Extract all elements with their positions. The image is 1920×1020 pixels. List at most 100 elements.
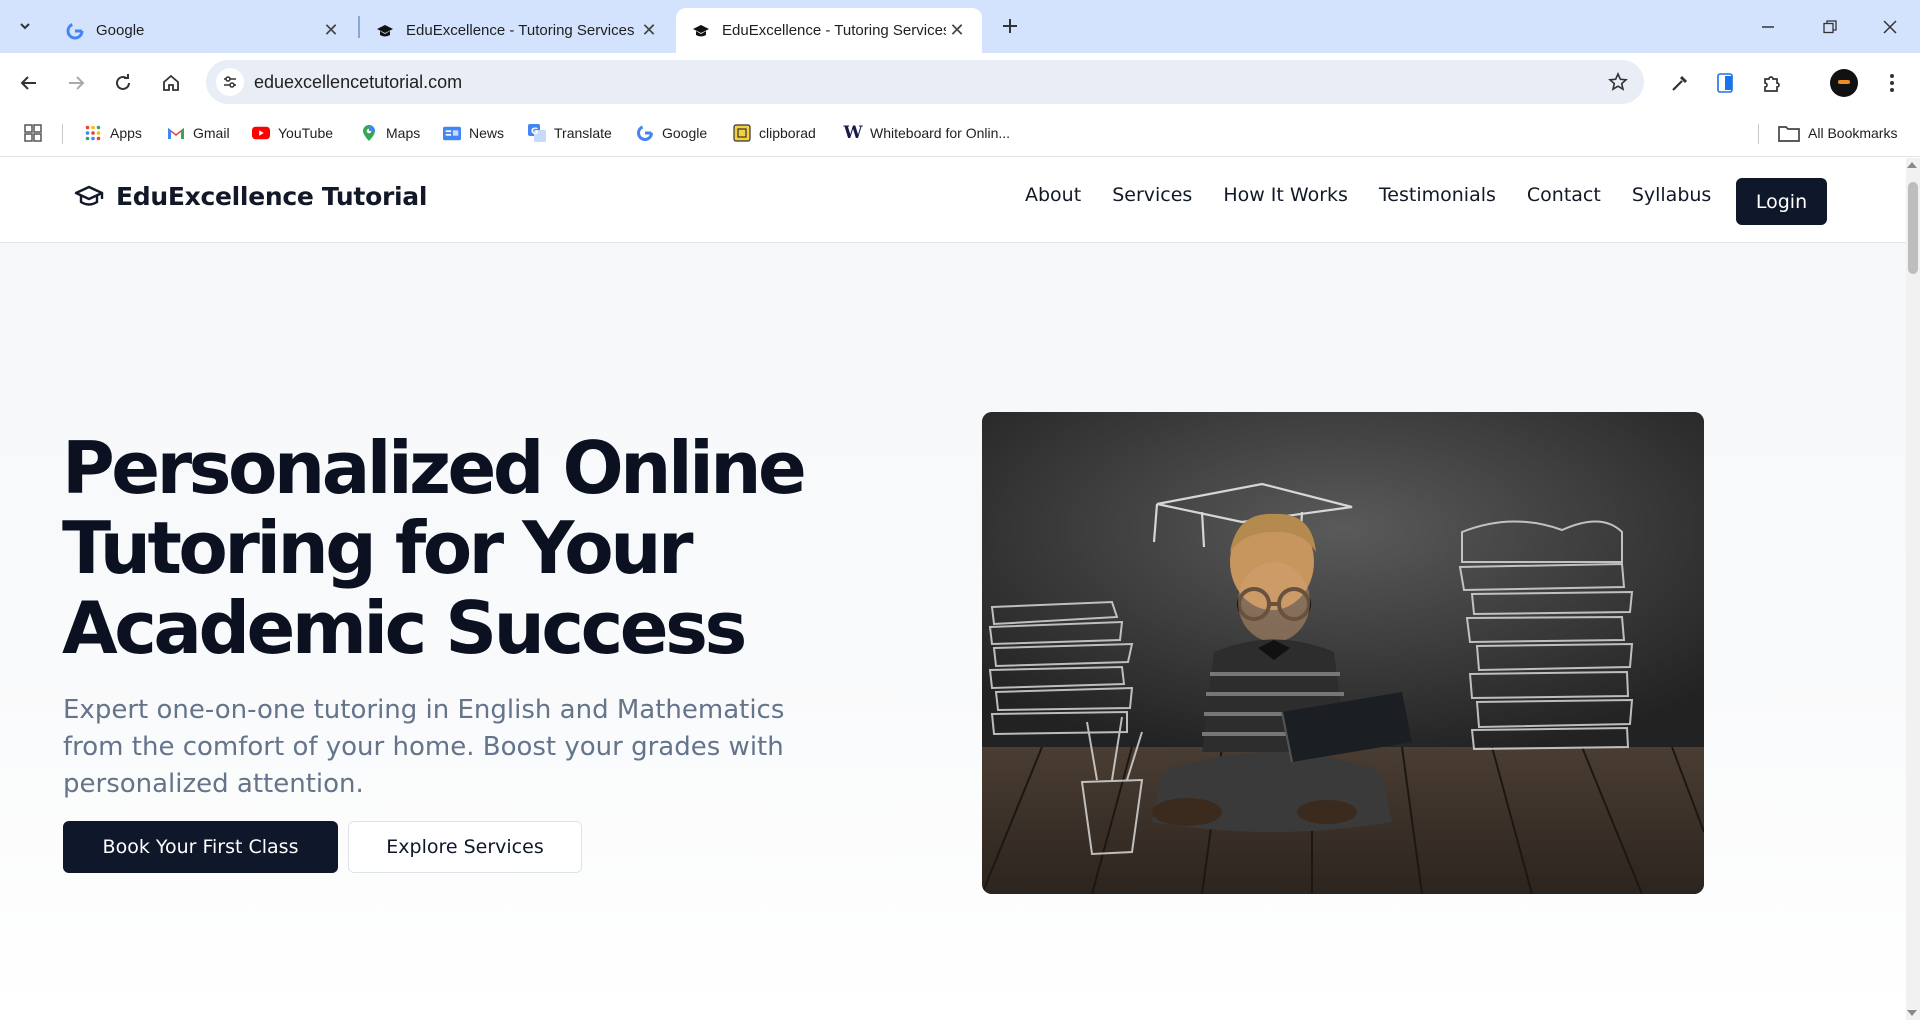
apps-grid-icon [84, 124, 102, 142]
explore-services-button[interactable]: Explore Services [348, 821, 582, 873]
bookmark-label: YouTube [278, 125, 334, 141]
nav-syllabus[interactable]: Syllabus [1632, 184, 1712, 206]
graduation-cap-icon [692, 22, 710, 40]
bookmark-google[interactable]: Google [636, 121, 707, 145]
restore-icon [1823, 19, 1837, 33]
bookmark-star-icon[interactable] [1606, 70, 1630, 94]
bookmark-label: Maps [386, 125, 421, 141]
close-window-button[interactable] [1860, 0, 1920, 53]
tab-search-button[interactable] [8, 10, 42, 42]
nav-how-it-works[interactable]: How It Works [1223, 184, 1348, 206]
folder-icon [1778, 124, 1800, 142]
more-menu-icon[interactable] [1876, 67, 1908, 99]
scrollbar-thumb[interactable] [1908, 182, 1918, 274]
page-viewport: EduExcellence Tutorial About Services Ho… [0, 158, 1920, 1020]
bookmarks-divider [1758, 124, 1759, 144]
nav-contact[interactable]: Contact [1527, 184, 1601, 206]
graduation-cap-icon [376, 22, 394, 40]
bookmark-news[interactable]: News [443, 121, 504, 145]
graduation-cap-icon [74, 185, 104, 206]
scroll-up-arrow-icon[interactable] [1907, 162, 1917, 168]
hero-title-line: Academic Success [62, 586, 747, 670]
bookmark-youtube[interactable]: YouTube [252, 121, 333, 145]
bookmark-label: Apps [110, 125, 142, 141]
home-button[interactable] [153, 65, 189, 101]
bookmark-label: Gmail [193, 125, 230, 141]
tab-google[interactable]: Google ✕ [50, 8, 356, 53]
tab-title: Google [96, 22, 145, 39]
nav-services[interactable]: Services [1112, 184, 1192, 206]
bookmark-label: Google [662, 125, 708, 141]
bookmarks-divider [62, 124, 63, 144]
bookmark-label: News [469, 125, 505, 141]
svg-text:G: G [531, 127, 538, 137]
close-icon[interactable]: ✕ [946, 20, 968, 42]
bookmark-label: Translate [554, 125, 612, 141]
google-icon [636, 124, 654, 142]
close-icon [1883, 19, 1897, 34]
restore-button[interactable] [1800, 0, 1860, 53]
nav-testimonials[interactable]: Testimonials [1379, 184, 1496, 206]
site-header: EduExcellence Tutorial About Services Ho… [0, 158, 1906, 243]
hero-subtitle: Expert one-on-one tutoring in English an… [63, 695, 785, 799]
page-scrollbar[interactable] [1906, 158, 1920, 1020]
translate-icon: G [528, 124, 546, 142]
forward-button[interactable] [58, 65, 94, 101]
main-nav: About Services How It Works Testimonials… [1025, 184, 1742, 206]
bookmark-label: Whiteboard for Onlin... [870, 125, 1011, 141]
extensions-puzzle-icon[interactable] [1756, 67, 1788, 99]
bookmark-maps[interactable]: Maps [360, 121, 420, 145]
chevron-down-icon [20, 23, 30, 30]
reload-button[interactable] [105, 65, 141, 101]
hero-title-line: Personalized Online [62, 426, 807, 510]
bookmark-label: clipborad [759, 125, 816, 141]
site-logo[interactable]: EduExcellence Tutorial [74, 182, 427, 211]
whiteboard-w-icon: W [843, 123, 863, 143]
home-icon [163, 74, 179, 91]
arrow-left-icon [20, 76, 36, 90]
browser-tabstrip: Google ✕ EduExcellence - Tutoring Servic… [0, 0, 1920, 53]
book-first-class-button[interactable]: Book Your First Class [63, 821, 338, 873]
bookmark-whiteboard[interactable]: W Whiteboard for Onlin... [843, 121, 1011, 145]
maps-pin-icon [360, 124, 378, 142]
tab-eduexcellence-1[interactable]: EduExcellence - Tutoring Services ✕ [360, 8, 674, 53]
back-button[interactable] [11, 65, 47, 101]
login-button[interactable]: Login [1736, 178, 1827, 225]
close-icon[interactable]: ✕ [320, 20, 342, 42]
translate-extension-icon[interactable] [1710, 67, 1742, 99]
url-text: eduexcellencetutorial.com [254, 72, 463, 92]
bookmarks-bar: Apps Gmail YouTube Maps News G Translate [0, 111, 1920, 157]
nav-about[interactable]: About [1025, 184, 1081, 206]
brand-name: EduExcellence Tutorial [116, 182, 428, 211]
tab-title: EduExcellence - Tutoring Services [406, 22, 635, 39]
hero-image [982, 412, 1704, 894]
youtube-icon [252, 124, 270, 142]
news-icon [443, 124, 461, 142]
all-bookmarks-button[interactable]: All Bookmarks [1778, 121, 1897, 145]
clipboard-icon [733, 124, 751, 142]
plus-icon [1003, 19, 1017, 33]
tab-title: EduExcellence - Tutoring Services [722, 22, 946, 39]
minimize-button[interactable] [1738, 0, 1798, 53]
google-favicon [66, 22, 84, 40]
address-bar[interactable]: eduexcellencetutorial.com [206, 60, 1644, 104]
profile-avatar[interactable] [1830, 69, 1858, 97]
bookmark-clipboard[interactable]: clipborad [733, 121, 816, 145]
tab-groups-icon[interactable] [24, 121, 42, 145]
eyedropper-extension-icon[interactable] [1664, 67, 1696, 99]
hero-title: Personalized Online Tutoring for Your Ac… [62, 428, 862, 668]
bookmark-gmail[interactable]: Gmail [167, 121, 230, 145]
arrow-right-icon [69, 76, 85, 90]
close-icon[interactable]: ✕ [638, 20, 660, 42]
bookmark-translate[interactable]: G Translate [528, 121, 612, 145]
bookmark-apps[interactable]: Apps [84, 121, 142, 145]
site-settings-icon[interactable] [216, 68, 244, 96]
browser-toolbar: eduexcellencetutorial.com [0, 53, 1920, 111]
all-bookmarks-label: All Bookmarks [1808, 125, 1898, 141]
hero-title-line: Tutoring for Your [62, 506, 694, 590]
tab-eduexcellence-active[interactable]: EduExcellence - Tutoring Services ✕ [676, 8, 982, 53]
scroll-down-arrow-icon[interactable] [1907, 1010, 1917, 1016]
gmail-icon [167, 124, 185, 142]
minimize-icon [1762, 25, 1774, 28]
new-tab-button[interactable] [994, 10, 1026, 42]
